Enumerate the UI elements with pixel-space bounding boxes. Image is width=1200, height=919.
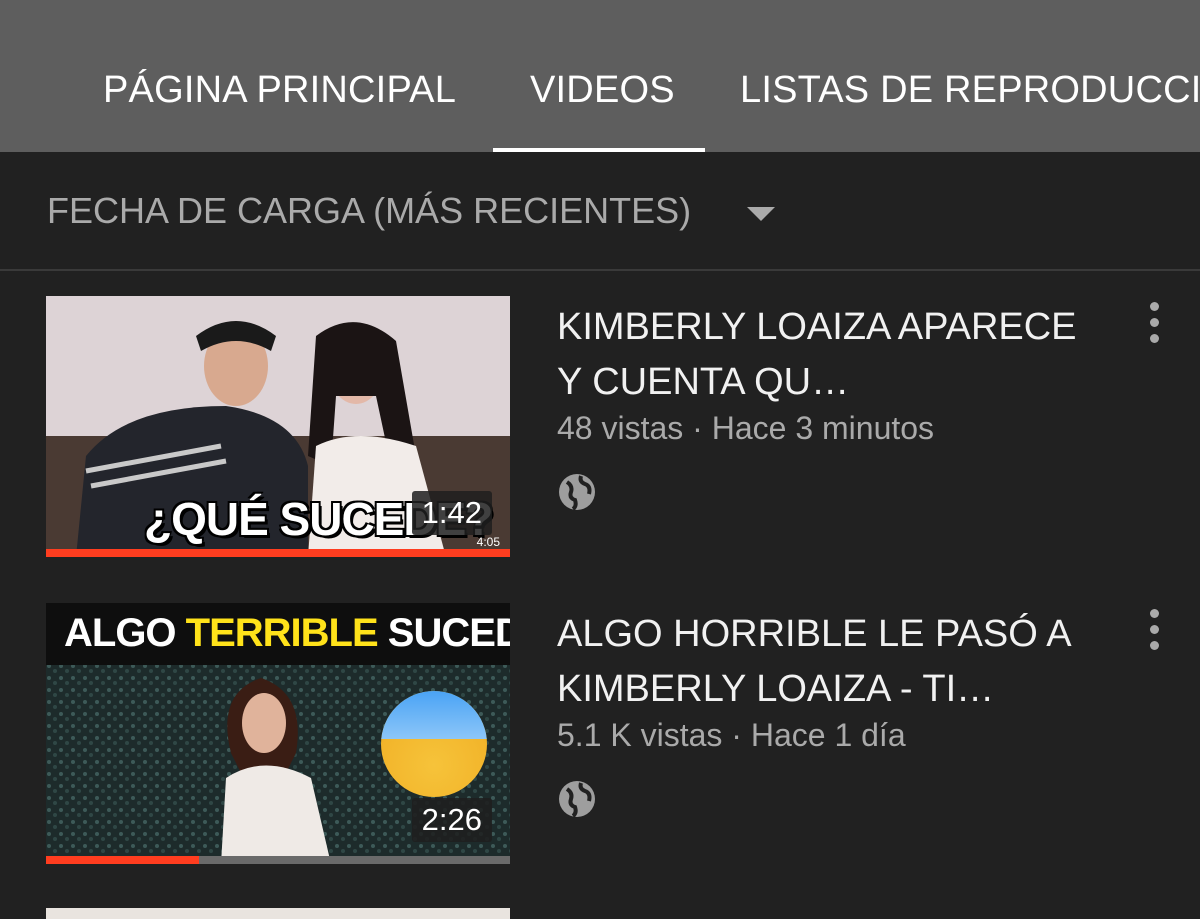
video-thumbnail[interactable]: ALGO TERRIBLE SUCEDIÓ 2:26 [46, 603, 510, 864]
scared-emoji-icon [381, 691, 487, 797]
duration-badge: 2:26 [411, 798, 492, 842]
video-list-item[interactable]: ¿QUÉ SUCEDE? 1:42 4:05 KIMBERLY LOAIZA A… [0, 296, 1200, 558]
video-title[interactable]: KIMBERLY LOAIZA APARECE Y CUENTA QU… [557, 300, 1097, 410]
video-meta: 5.1 K vistas · Hace 1 día [557, 717, 906, 753]
video-thumbnail[interactable] [46, 908, 510, 919]
channel-tabs: PÁGINA PRINCIPAL VIDEOS LISTAS DE REPROD… [0, 0, 1200, 152]
video-list-item[interactable] [0, 908, 1200, 919]
more-options-icon[interactable] [1138, 300, 1170, 344]
caret-down-icon[interactable] [747, 207, 775, 221]
video-title[interactable]: ALGO HORRIBLE LE PASÓ A KIMBERLY LOAIZA … [557, 607, 1097, 717]
watch-progress-track [46, 549, 510, 557]
duration-badge: 1:42 [411, 491, 492, 535]
sort-dropdown[interactable]: FECHA DE CARGA (MÁS RECIENTES) [47, 190, 691, 232]
tab-playlists[interactable]: LISTAS DE REPRODUCCIÓN [740, 66, 1200, 114]
globe-icon [559, 781, 595, 818]
globe-icon [559, 474, 595, 511]
video-list-item[interactable]: ALGO TERRIBLE SUCEDIÓ 2:26 ALGO HORRIBLE… [0, 603, 1200, 865]
watch-progress-track [46, 856, 510, 864]
tab-home[interactable]: PÁGINA PRINCIPAL [103, 66, 456, 114]
sort-row: FECHA DE CARGA (MÁS RECIENTES) [0, 153, 1200, 271]
thumbnail-duration-overlay: 4:05 [476, 535, 500, 549]
tab-videos[interactable]: VIDEOS [530, 66, 675, 114]
active-tab-indicator [493, 148, 705, 152]
video-meta: 48 vistas · Hace 3 minutos [557, 410, 935, 446]
watch-progress-fill [46, 856, 199, 864]
thumbnail-caption: ALGO TERRIBLE SUCEDIÓ [64, 611, 510, 655]
watch-progress-fill [46, 549, 510, 557]
more-options-icon[interactable] [1138, 607, 1170, 651]
video-thumbnail[interactable]: ¿QUÉ SUCEDE? 1:42 4:05 [46, 296, 510, 557]
